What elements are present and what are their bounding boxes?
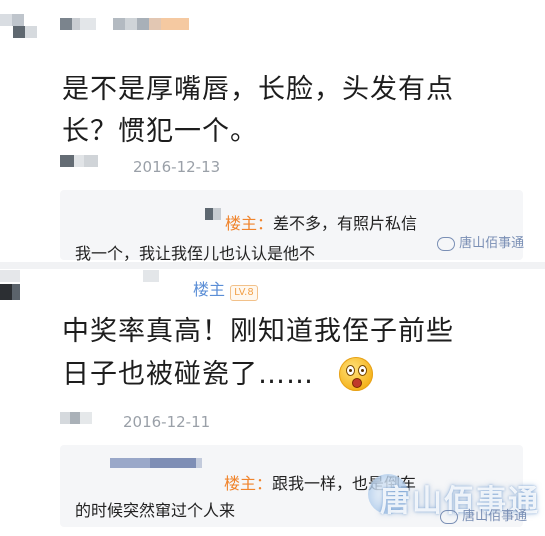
- blurred-avatar: [0, 14, 24, 26]
- comment-date: 2016-12-13: [133, 158, 221, 176]
- blurred-commenter-name: [60, 155, 98, 167]
- blurred-username[interactable]: [60, 18, 96, 30]
- reply-author[interactable]: 楼主：: [225, 214, 273, 233]
- watermark-text: 唐山佰事通: [459, 236, 525, 251]
- reply2-text-line2: 的时候突然窜过个人来: [75, 501, 236, 520]
- louzhu-name[interactable]: 楼主: [193, 280, 225, 299]
- blurred-username-2: [143, 270, 159, 282]
- watermark-logo-icon-2: [440, 509, 458, 524]
- watermark-logo-icon: [437, 236, 455, 251]
- level-badge: LV.8: [230, 285, 258, 301]
- blurred-reply-avatar-2: [110, 458, 202, 468]
- comment2-date: 2016-12-11: [123, 413, 211, 431]
- reply-text-line1: 差不多，有照片私信: [273, 214, 418, 233]
- reply-text-line2: 我一个，我让我侄儿也认认是他不: [75, 244, 316, 263]
- section-divider: [0, 262, 545, 269]
- blurred-avatar-2: [0, 270, 20, 282]
- comment-text-line1: 是不是厚嘴唇，长脸，头发有点: [62, 74, 454, 105]
- blurred-commenter-name-2: [60, 412, 92, 424]
- watermark-text-2: 唐山佰事通: [462, 509, 528, 524]
- comment2-text-line2: 日子也被碰瓷了……: [62, 359, 314, 390]
- watermark-small-1: 唐山佰事通: [437, 232, 524, 251]
- comment-text-line2: 长？惯犯一个。: [62, 116, 258, 147]
- blurred-username-2: [113, 18, 189, 30]
- blurred-avatar-part: [13, 26, 37, 38]
- reply-author-2[interactable]: 楼主：: [224, 474, 272, 493]
- watermark-small-2: 唐山佰事通: [440, 505, 527, 524]
- shocked-face-emoji: [339, 357, 373, 391]
- blurred-reply-avatar: [205, 208, 221, 220]
- blurred-avatar-2b: [0, 284, 20, 300]
- comment2-text-line1: 中奖率真高！刚知道我侄子前些: [62, 316, 454, 347]
